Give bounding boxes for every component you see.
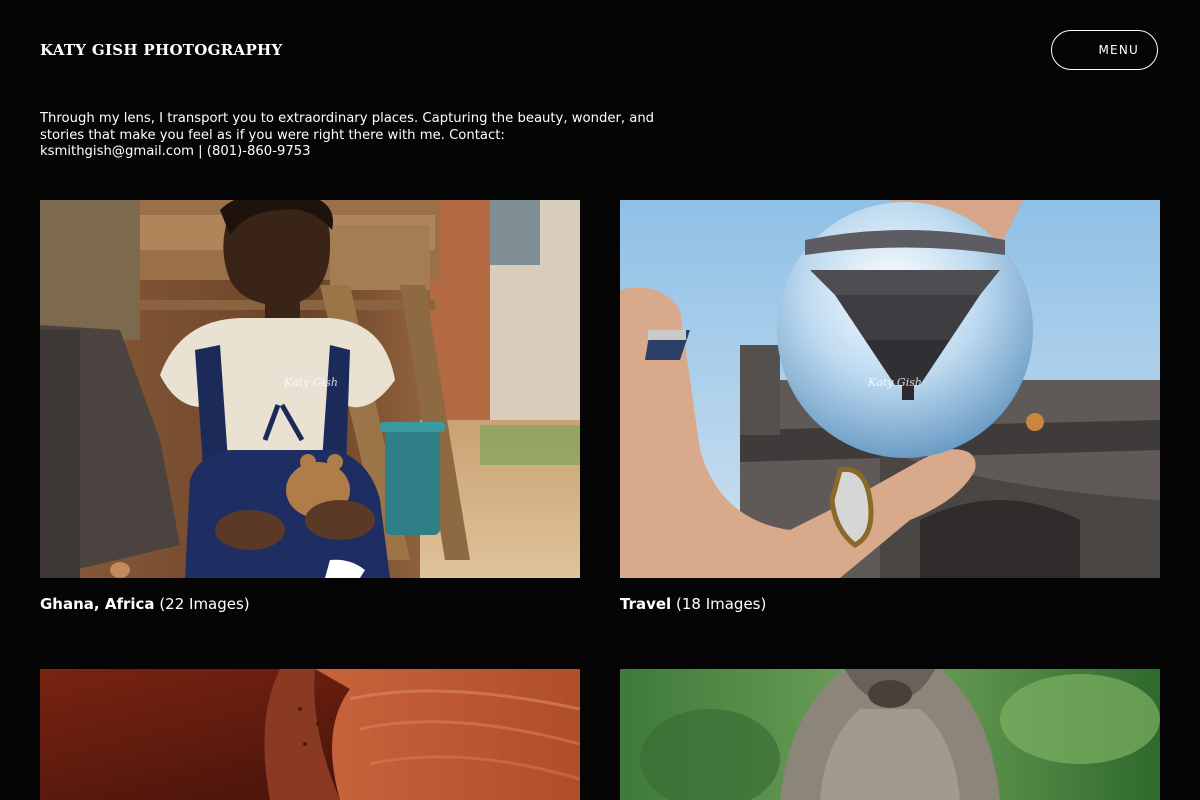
crystal-ball-eiffel-tower-photo — [620, 200, 1160, 578]
gallery-photo-baboon[interactable] — [620, 669, 1160, 800]
menu-button[interactable]: MENU — [1051, 30, 1158, 70]
gallery-card-baboon[interactable] — [620, 669, 1160, 800]
menu-button-label: MENU — [1098, 43, 1139, 57]
gallery-count: (22 Images) — [159, 595, 250, 613]
photo-watermark: Katy Gish — [868, 376, 922, 389]
gallery-title: Travel — [620, 595, 672, 613]
gallery-card-travel[interactable]: Katy Gish Travel (18 Images) — [620, 200, 1160, 613]
gallery-photo-ghana[interactable]: Katy Gish — [40, 200, 580, 578]
gallery-card-canyon[interactable] — [40, 669, 580, 800]
site-title[interactable]: KATY GISH PHOTOGRAPHY — [40, 41, 283, 59]
gallery-title: Ghana, Africa — [40, 595, 155, 613]
gallery-caption-travel[interactable]: Travel (18 Images) — [620, 595, 1160, 613]
gallery-card-ghana[interactable]: Katy Gish Ghana, Africa (22 Images) — [40, 200, 580, 613]
red-sandstone-canyon-photo — [40, 669, 580, 800]
gallery-photo-travel[interactable]: Katy Gish — [620, 200, 1160, 578]
gallery-caption-ghana[interactable]: Ghana, Africa (22 Images) — [40, 595, 580, 613]
gallery-count: (18 Images) — [675, 595, 767, 613]
baboon-portrait-photo — [620, 669, 1160, 800]
page: KATY GISH PHOTOGRAPHY MENU Through my le… — [0, 0, 1200, 800]
girl-with-teddy-bear-photo — [40, 200, 580, 578]
intro-text: Through my lens, I transport you to extr… — [40, 111, 655, 159]
photo-watermark: Katy Gish — [284, 376, 338, 389]
gallery-photo-canyon[interactable] — [40, 669, 580, 800]
